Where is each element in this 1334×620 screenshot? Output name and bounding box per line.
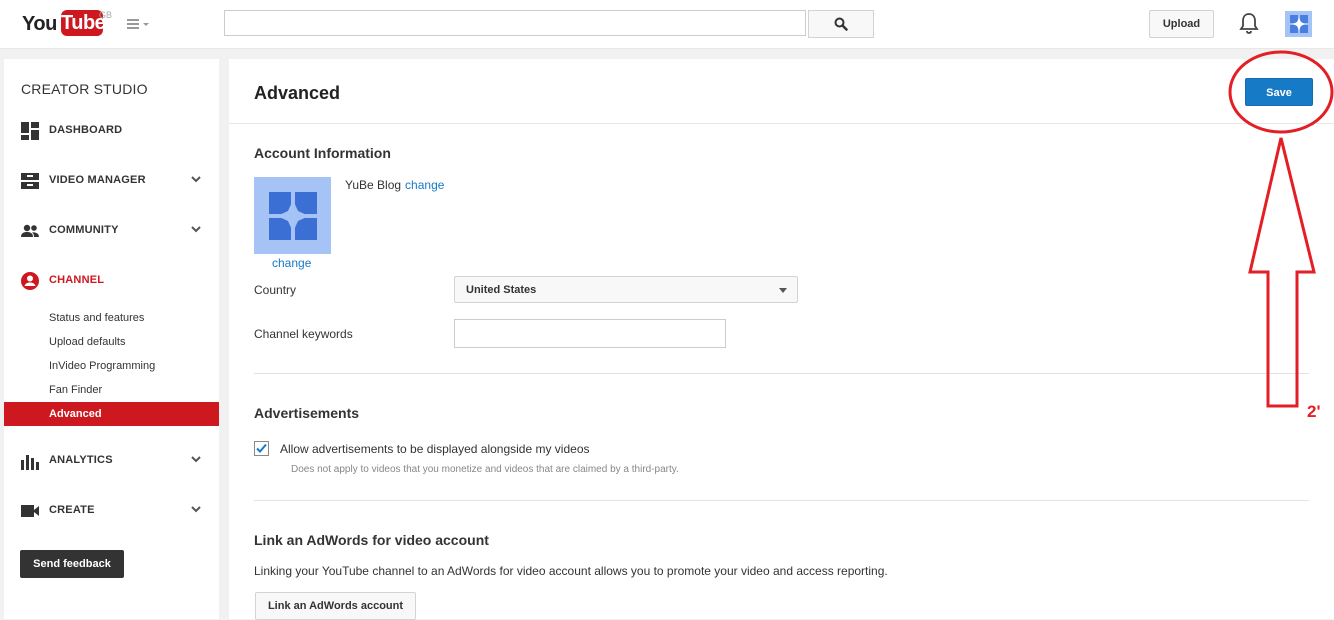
video-manager-icon	[21, 173, 39, 189]
allow-ads-checkbox[interactable]	[254, 441, 269, 456]
create-icon	[21, 505, 39, 517]
nav-dashboard[interactable]: DASHBOARD	[4, 119, 219, 143]
nav-video-manager[interactable]: VIDEO MANAGER	[4, 169, 219, 193]
sidebar: CREATOR STUDIO DASHBOARD VIDEO MANAGER C…	[4, 59, 219, 619]
avatar-change-link[interactable]: change	[272, 256, 311, 270]
chevron-down-icon[interactable]	[190, 453, 202, 465]
upload-button[interactable]: Upload	[1149, 10, 1214, 38]
nav-community[interactable]: COMMUNITY	[4, 219, 219, 243]
top-bar: You Tube GB Upload	[0, 0, 1334, 49]
adwords-description: Linking your YouTube channel to an AdWor…	[254, 564, 888, 578]
search-icon	[834, 17, 848, 31]
sidebar-item-status-and-features[interactable]: Status and features	[4, 307, 219, 329]
search-button[interactable]	[808, 10, 874, 38]
sub-label: Fan Finder	[49, 384, 103, 396]
sub-label: Status and features	[49, 312, 145, 324]
sidebar-item-advanced[interactable]: Advanced	[4, 402, 219, 426]
hamburger-icon	[127, 19, 149, 29]
sidebar-item-fan-finder[interactable]: Fan Finder	[4, 379, 219, 401]
annotation-label: 2'	[1307, 402, 1321, 421]
link-adwords-button[interactable]: Link an AdWords account	[255, 592, 416, 620]
channel-avatar[interactable]	[254, 177, 331, 254]
logo-tube-text: Tube	[61, 10, 106, 36]
save-button[interactable]: Save	[1245, 78, 1313, 106]
channel-avatar-icon	[268, 191, 317, 240]
chevron-down-icon[interactable]	[190, 223, 202, 235]
channel-name-change-link[interactable]: change	[405, 178, 444, 192]
main-panel: Advanced Save Account Information change…	[229, 59, 1334, 620]
notifications-button[interactable]	[1238, 11, 1260, 35]
sidebar-item-invideo-programming[interactable]: InVideo Programming	[4, 355, 219, 377]
bell-icon	[1239, 13, 1259, 34]
nav-label: CREATE	[49, 504, 95, 516]
section-divider	[254, 373, 1309, 374]
sidebar-item-upload-defaults[interactable]: Upload defaults	[4, 331, 219, 353]
advertisements-title: Advertisements	[254, 405, 360, 421]
adwords-title: Link an AdWords for video account	[254, 532, 489, 548]
channel-icon	[21, 272, 39, 290]
nav-create[interactable]: CREATE	[4, 499, 219, 523]
analytics-icon	[21, 455, 39, 470]
channel-keywords-input[interactable]	[454, 319, 726, 348]
checkmark-icon	[256, 443, 267, 453]
country-value: United States	[466, 284, 537, 296]
nav-label: VIDEO MANAGER	[49, 174, 146, 186]
search-input[interactable]	[224, 10, 806, 36]
dropdown-arrow-icon	[779, 288, 787, 293]
dashboard-icon	[21, 122, 39, 140]
header-divider	[229, 123, 1334, 124]
sub-label: Upload defaults	[49, 336, 126, 348]
chevron-down-icon[interactable]	[190, 503, 202, 515]
logo-you-text: You	[22, 13, 57, 35]
community-icon	[21, 224, 39, 237]
nav-label: CHANNEL	[49, 274, 105, 286]
sub-label: Advanced	[49, 408, 102, 420]
nav-label: ANALYTICS	[49, 454, 113, 466]
page-title: Advanced	[254, 83, 341, 103]
creator-studio-title: CREATOR STUDIO	[21, 81, 148, 97]
nav-analytics[interactable]: ANALYTICS	[4, 449, 219, 473]
allow-ads-label[interactable]: Allow advertisements to be displayed alo…	[280, 442, 590, 456]
channel-name-row: YuBe Blog change	[345, 178, 444, 192]
send-feedback-button[interactable]: Send feedback	[20, 550, 124, 578]
account-information-title: Account Information	[254, 145, 391, 161]
nav-channel[interactable]: CHANNEL	[4, 269, 219, 293]
channel-name: YuBe Blog	[345, 178, 402, 192]
avatar-icon	[1289, 15, 1308, 33]
nav-label: DASHBOARD	[49, 124, 123, 136]
account-avatar[interactable]	[1285, 11, 1312, 37]
ads-note: Does not apply to videos that you moneti…	[291, 464, 679, 475]
sub-label: InVideo Programming	[49, 360, 156, 372]
region-code: GB	[99, 10, 113, 20]
country-select[interactable]: United States	[454, 276, 798, 303]
section-divider	[254, 500, 1309, 501]
channel-keywords-label: Channel keywords	[254, 327, 353, 341]
chevron-down-icon[interactable]	[190, 173, 202, 185]
guide-menu-button[interactable]	[126, 14, 152, 34]
nav-label: COMMUNITY	[49, 224, 119, 236]
country-label: Country	[254, 283, 297, 297]
